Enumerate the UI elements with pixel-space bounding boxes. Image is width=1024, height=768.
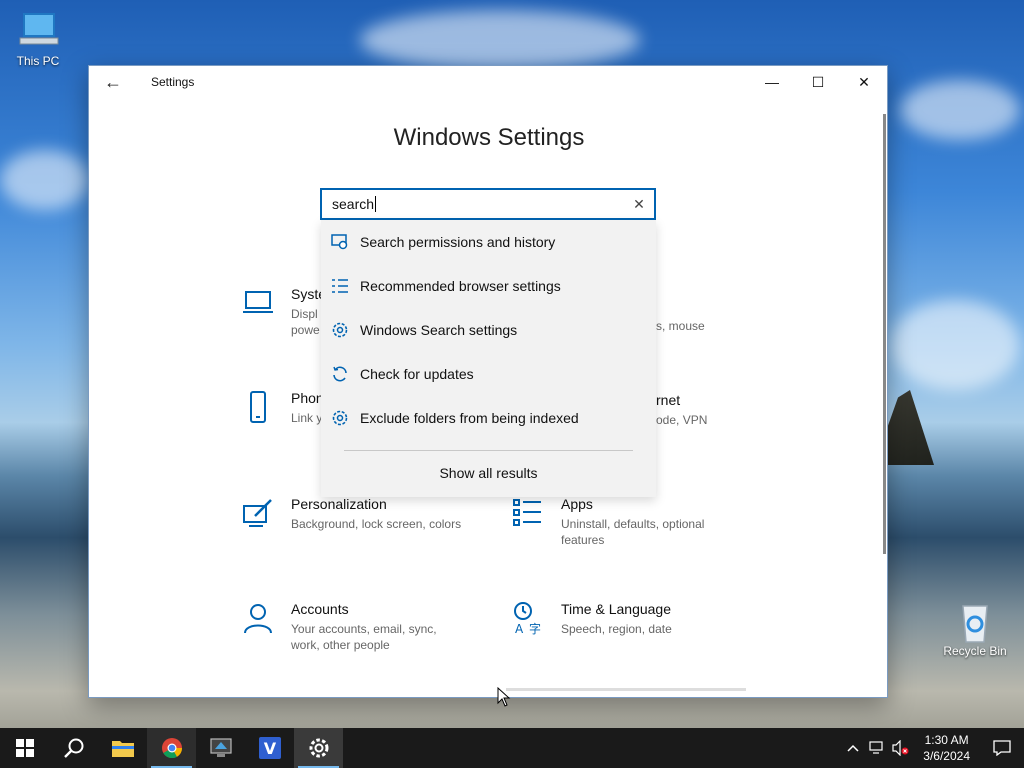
tile-desc: Background, lock screen, colors — [291, 517, 462, 531]
clear-search-button[interactable]: ✕ — [624, 190, 654, 218]
tile-apps[interactable]: Apps Uninstall, defaults, optional featu… — [511, 496, 741, 548]
tile-network-partial[interactable]: rnet ode, VPN — [656, 392, 756, 428]
tile-name: rnet — [656, 392, 681, 408]
suggestion-exclude-folders[interactable]: Exclude folders from being indexed — [321, 396, 656, 440]
horizontal-indicator — [506, 688, 746, 691]
page-title: Windows Settings — [393, 124, 585, 151]
search-input-value: search — [332, 196, 375, 212]
tile-name: Phon — [291, 390, 324, 406]
close-icon: ✕ — [633, 195, 645, 212]
taskbar-app-v[interactable]: V — [245, 728, 294, 768]
window-title: Settings — [151, 75, 195, 89]
notification-center-button[interactable] — [980, 740, 1024, 756]
svg-text:V: V — [263, 739, 276, 758]
tile-name: Personalization — [291, 496, 387, 512]
paint-icon — [243, 499, 272, 527]
gear-icon — [331, 409, 349, 427]
person-icon — [244, 604, 272, 634]
desktop-icon-label: This PC — [16, 54, 60, 68]
network-icon[interactable] — [865, 741, 889, 755]
cloud — [890, 300, 1020, 390]
minimize-button[interactable]: — — [749, 66, 795, 98]
clock-time: 1:30 AM — [924, 733, 969, 747]
suggestion-label: Check for updates — [360, 366, 474, 382]
window-controls: — ☐ ✕ — [749, 66, 887, 98]
search-icon — [63, 738, 83, 758]
start-button[interactable] — [0, 728, 49, 768]
svg-text:字: 字 — [529, 621, 541, 635]
laptop-icon — [243, 291, 273, 313]
shield-search-icon — [331, 233, 349, 251]
maximize-button[interactable]: ☐ — [795, 66, 841, 98]
back-button[interactable]: ← — [89, 66, 137, 98]
gear-icon — [309, 738, 328, 758]
search-suggestions-dropdown: Search permissions and history Recommend… — [321, 220, 656, 497]
taskbar-chrome[interactable] — [147, 728, 196, 768]
tile-accounts[interactable]: Accounts Your accounts, email, sync, wor… — [241, 601, 481, 653]
tile-name: Time & Language — [561, 601, 671, 617]
cloud — [360, 10, 640, 70]
search-input[interactable]: search ✕ — [320, 188, 656, 220]
suggestion-browser-settings[interactable]: Recommended browser settings — [321, 264, 656, 308]
clock[interactable]: 1:30 AM 3/6/2024 — [913, 732, 980, 764]
tile-desc: Your accounts, email, sync, work, other … — [291, 622, 437, 652]
text-caret — [375, 196, 377, 212]
back-arrow-icon: ← — [104, 71, 122, 92]
tile-name: Apps — [561, 496, 593, 512]
desktop-icon-label: Recycle Bin — [943, 644, 1007, 658]
cloud — [900, 80, 1020, 140]
tile-desc: Link y — [291, 411, 323, 425]
recycle-bin-icon — [953, 600, 997, 643]
suggestion-windows-search-settings[interactable]: Windows Search settings — [321, 308, 656, 352]
apps-list-icon — [513, 499, 541, 526]
v-app-icon: V — [258, 737, 281, 759]
tile-name: Accounts — [291, 601, 349, 617]
desktop-icon-this-pc[interactable]: This PC — [0, 10, 76, 68]
desktop-icon-recycle-bin[interactable]: Recycle Bin — [937, 600, 1013, 658]
gear-icon — [331, 321, 349, 339]
windows-logo-icon — [15, 739, 34, 757]
system-tray: 1:30 AM 3/6/2024 — [841, 728, 1024, 768]
monitor-app-icon — [209, 738, 232, 757]
tile-desc: ode, VPN — [656, 413, 708, 427]
tile-time-language[interactable]: A 字 Time & Language Speech, region, date — [511, 601, 751, 637]
tile-devices-partial[interactable]: s, mouse — [656, 314, 756, 334]
chevron-up-icon[interactable] — [841, 744, 865, 752]
suggestion-search-permissions[interactable]: Search permissions and history — [321, 220, 656, 264]
cloud — [0, 150, 90, 210]
vertical-scrollbar[interactable] — [883, 114, 886, 554]
clock-date: 3/6/2024 — [923, 749, 970, 763]
folder-icon — [111, 741, 134, 757]
suggestion-check-updates[interactable]: Check for updates — [321, 352, 656, 396]
notification-icon — [993, 740, 1011, 756]
title-bar: ← Settings — ☐ ✕ — [89, 66, 887, 98]
computer-icon — [16, 10, 60, 50]
tile-desc: s, mouse — [656, 319, 705, 333]
tile-desc: Uninstall, defaults, optional features — [561, 517, 705, 547]
tile-personalization[interactable]: Personalization Background, lock screen,… — [241, 496, 481, 532]
phone-icon — [250, 391, 266, 423]
tile-desc: Speech, region, date — [561, 622, 672, 636]
suggestion-label: Windows Search settings — [360, 322, 518, 338]
suggestion-label: Search permissions and history — [360, 234, 556, 250]
suggestion-label: Recommended browser settings — [360, 278, 561, 294]
refresh-icon — [331, 365, 349, 383]
search-button[interactable] — [49, 728, 98, 768]
settings-window: ← Settings — ☐ ✕ Windows Settings Syste … — [88, 65, 888, 698]
taskbar-app-monitor[interactable] — [196, 728, 245, 768]
taskbar-settings[interactable] — [294, 728, 343, 768]
show-all-results-button[interactable]: Show all results — [321, 451, 656, 495]
taskbar: V 1:30 AM 3/6/2024 — [0, 728, 1024, 768]
close-button[interactable]: ✕ — [841, 66, 887, 98]
taskbar-file-explorer[interactable] — [98, 728, 147, 768]
time-language-icon: A 字 — [514, 602, 541, 635]
mouse-cursor-icon — [497, 687, 511, 707]
volume-muted-icon[interactable] — [889, 740, 913, 756]
svg-text:A: A — [515, 622, 524, 635]
suggestion-label: Exclude folders from being indexed — [360, 410, 579, 426]
chrome-icon — [161, 738, 182, 759]
list-icon — [331, 277, 349, 295]
